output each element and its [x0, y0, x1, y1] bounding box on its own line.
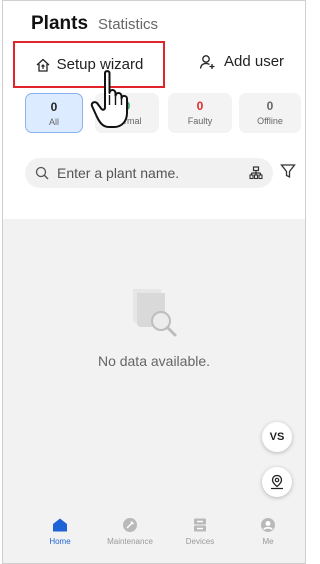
app-screen: Plants Statistics Setup wizard Add user …: [2, 0, 306, 564]
all-label: All: [48, 117, 59, 127]
map-view-button[interactable]: [262, 467, 292, 497]
maintenance-icon: [123, 518, 137, 532]
faulty-count: 0: [196, 99, 204, 113]
search-input[interactable]: Enter a plant name.: [25, 158, 273, 188]
tab-bar: Plants Statistics: [31, 13, 158, 35]
nav-me-label: Me: [262, 537, 274, 546]
empty-state-message: No data available.: [97, 353, 211, 369]
search-icon: [35, 166, 49, 180]
vs-label: VS: [269, 431, 285, 443]
tab-plants[interactable]: Plants: [31, 13, 88, 35]
empty-document-icon: [133, 289, 177, 337]
add-user-label: Add user: [224, 53, 285, 70]
status-filter-row: 0 All 0 Normal 0 Faulty 0 Offline: [25, 93, 301, 133]
search-placeholder: Enter a plant name.: [57, 165, 180, 181]
me-icon: [261, 518, 275, 532]
status-card-faulty[interactable]: 0 Faulty: [168, 93, 232, 133]
org-structure-icon[interactable]: [249, 166, 263, 180]
add-user-button[interactable]: Add user: [199, 53, 284, 70]
offline-count: 0: [266, 99, 274, 113]
filter-icon[interactable]: [280, 163, 296, 179]
tab-statistics[interactable]: Statistics: [98, 16, 158, 33]
nav-home-label: Home: [49, 537, 71, 546]
devices-icon: [194, 518, 206, 532]
compare-vs-button[interactable]: VS: [262, 422, 292, 452]
offline-label: Offline: [257, 116, 283, 126]
all-count: 0: [50, 100, 58, 114]
status-card-all[interactable]: 0 All: [25, 93, 83, 133]
map-pin-icon: [271, 474, 283, 490]
nav-devices-label: Devices: [185, 537, 215, 546]
home-icon: [53, 518, 67, 532]
nav-home[interactable]: Home: [25, 517, 95, 546]
nav-devices[interactable]: Devices: [165, 517, 235, 546]
status-card-offline[interactable]: 0 Offline: [239, 93, 301, 133]
faulty-label: Faulty: [187, 116, 213, 126]
nav-me[interactable]: Me: [233, 517, 303, 546]
setup-home-icon: [36, 58, 50, 72]
nav-maintenance[interactable]: Maintenance: [95, 517, 165, 546]
pointing-hand-cursor-icon: [90, 70, 128, 128]
plant-list-area: [3, 219, 305, 529]
add-user-icon: [199, 54, 215, 69]
nav-maintenance-label: Maintenance: [107, 537, 153, 546]
